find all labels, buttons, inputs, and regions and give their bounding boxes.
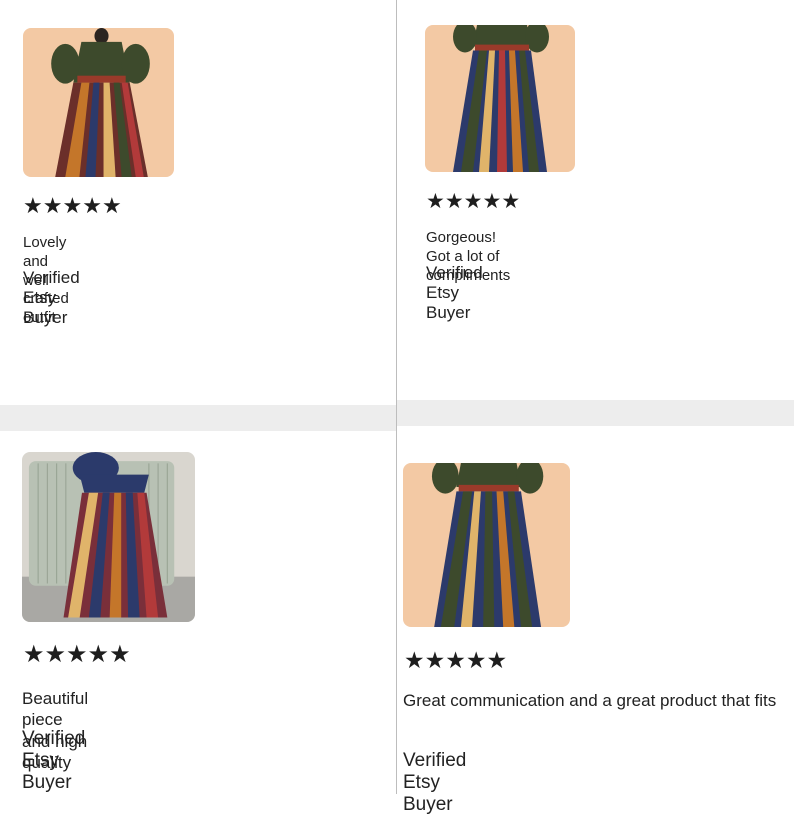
- star-icon: ★: [426, 190, 445, 213]
- row-separator-left: [0, 405, 396, 431]
- star-icon: ★: [465, 647, 487, 673]
- star-icon: ★: [482, 190, 502, 213]
- star-icon: ★: [101, 193, 122, 218]
- star-icon: ★: [87, 641, 110, 668]
- star-rating-2: ★ ★ ★ ★ ★: [426, 191, 520, 212]
- star-icon: ★: [445, 647, 466, 673]
- buyer-label-1: Verified Etsy Buyer: [23, 268, 80, 327]
- star-rating-1: ★ ★ ★ ★ ★: [23, 195, 122, 217]
- star-icon: ★: [424, 647, 446, 673]
- star-icon: ★: [501, 190, 521, 213]
- star-icon: ★: [82, 193, 102, 218]
- review-photo-3[interactable]: [22, 452, 195, 622]
- star-rating-3: ★ ★ ★ ★ ★: [23, 643, 131, 667]
- star-icon: ★: [62, 193, 83, 218]
- star-icon: ★: [404, 647, 425, 673]
- star-icon: ★: [44, 641, 67, 668]
- review-photo-2[interactable]: [425, 25, 575, 172]
- review-photo-4[interactable]: [403, 463, 570, 627]
- review-photo-1[interactable]: [23, 28, 174, 177]
- buyer-label-4: Verified Etsy Buyer: [403, 750, 467, 815]
- star-icon: ★: [23, 193, 43, 218]
- star-icon: ★: [463, 190, 483, 213]
- star-rating-4: ★ ★ ★ ★ ★: [404, 649, 507, 672]
- star-icon: ★: [109, 641, 131, 668]
- buyer-label-2: Verified Etsy Buyer: [426, 263, 483, 322]
- star-icon: ★: [66, 641, 88, 668]
- row-separator-right: [397, 400, 794, 426]
- star-icon: ★: [42, 193, 63, 218]
- review-text-4: Great communication and a great product …: [403, 691, 777, 710]
- column-divider: [396, 0, 397, 794]
- star-icon: ★: [23, 641, 45, 668]
- star-icon: ★: [486, 647, 508, 673]
- star-icon: ★: [444, 190, 464, 213]
- buyer-label-3: Verified Etsy Buyer: [22, 728, 86, 793]
